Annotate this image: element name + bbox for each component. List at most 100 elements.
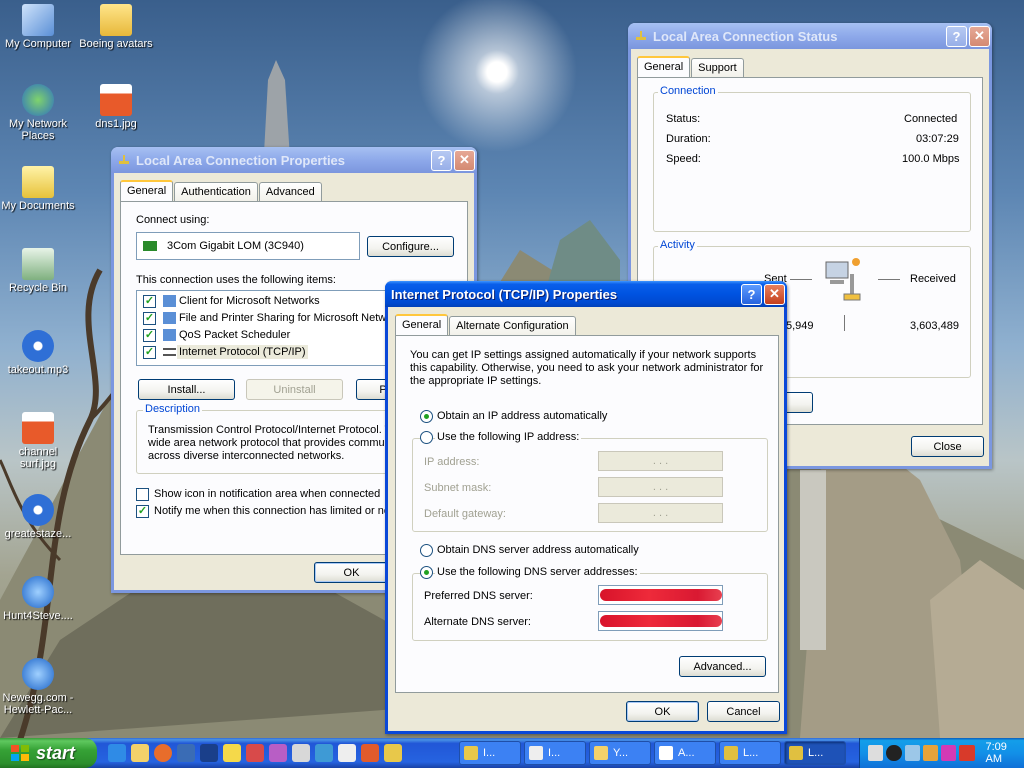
tab-support[interactable]: Support [691, 58, 744, 77]
cancel-button[interactable]: Cancel [707, 701, 780, 722]
item-checkbox[interactable]: ✓ [143, 312, 156, 325]
firefox-icon[interactable] [153, 744, 172, 762]
show-icon-checkbox[interactable]: ✓ [136, 488, 149, 501]
desktop-icon-hunt4steve[interactable]: Hunt4Steve.... [0, 576, 76, 622]
tab-alternate-configuration[interactable]: Alternate Configuration [449, 316, 576, 335]
network-globe-icon [22, 84, 54, 116]
status-label: Status: [666, 113, 701, 125]
desktop-icon-takeout-mp3[interactable]: takeout.mp3 [0, 330, 76, 376]
taskbar: start I... I... Y... A... L... L... 7:09… [0, 738, 1024, 768]
install-button[interactable]: Install... [138, 379, 235, 400]
item-label: Client for Microsoft Networks [179, 295, 320, 307]
app-icon[interactable] [337, 744, 356, 762]
help-button[interactable]: ? [431, 149, 452, 171]
tray-icon[interactable] [904, 745, 920, 761]
start-button[interactable]: start [0, 738, 97, 768]
obtain-ip-radio[interactable] [420, 410, 433, 423]
app-icon[interactable] [130, 744, 149, 762]
service-icon [163, 312, 176, 324]
help-button[interactable]: ? [946, 25, 967, 47]
network-connection-icon [789, 746, 803, 760]
app-icon[interactable] [268, 744, 287, 762]
app-icon[interactable] [199, 744, 218, 762]
desktop-icon-my-network-places[interactable]: My Network Places [0, 84, 76, 142]
app-icon[interactable] [291, 744, 310, 762]
tab-general[interactable]: General [637, 56, 691, 77]
use-ip-radio[interactable] [420, 431, 433, 444]
recycle-bin-icon [22, 248, 54, 280]
taskbar-item[interactable]: Y... [589, 741, 651, 765]
connect-using-label: Connect using: [136, 214, 210, 226]
intro-text: You can get IP settings assigned automat… [410, 349, 757, 361]
ok-button[interactable]: OK [314, 562, 389, 583]
app-icon[interactable] [245, 744, 264, 762]
windows-logo-icon [11, 745, 29, 761]
desktop-icon-my-computer[interactable]: My Computer [0, 4, 76, 50]
item-checkbox[interactable]: ✓ [143, 346, 156, 359]
desktop-icon-my-documents[interactable]: My Documents [0, 166, 76, 212]
app-icon[interactable] [176, 744, 195, 762]
close-button[interactable]: ✕ [764, 283, 785, 305]
taskbar-item[interactable]: I... [459, 741, 521, 765]
notify-checkbox[interactable]: ✓ [136, 505, 149, 518]
desktop-icon-boeing-avatars[interactable]: Boeing avatars [78, 4, 154, 50]
image-file-icon [22, 412, 54, 444]
close-button[interactable]: ✕ [454, 149, 475, 171]
tray-icon[interactable] [959, 745, 975, 761]
tab-general[interactable]: General [395, 314, 449, 335]
desktop-icon-label: Recycle Bin [8, 282, 68, 294]
item-checkbox[interactable]: ✓ [143, 329, 156, 342]
uninstall-button[interactable]: Uninstall [246, 379, 343, 400]
tray-icon[interactable] [868, 745, 884, 761]
network-connection-icon [636, 31, 646, 40]
app-icon[interactable] [360, 744, 379, 762]
lac-properties-titlebar[interactable]: Local Area Connection Properties ? ✕ [111, 147, 477, 173]
ok-button[interactable]: OK [626, 701, 699, 722]
intro-text: the appropriate IP settings. [410, 375, 542, 387]
tab-general[interactable]: General [120, 180, 174, 201]
desktop-icon-newegg[interactable]: Newegg.com - Hewlett-Pac... [0, 658, 76, 716]
documents-folder-icon [22, 166, 54, 198]
obtain-dns-radio[interactable] [420, 544, 433, 557]
taskbar-item[interactable]: A... [654, 741, 716, 765]
desktop-icon-dns1-jpg[interactable]: dns1.jpg [78, 84, 154, 130]
ip-address-field[interactable]: . . . [598, 451, 723, 471]
app-icon[interactable] [383, 744, 402, 762]
app-icon[interactable] [314, 744, 333, 762]
lac-status-titlebar[interactable]: Local Area Connection Status ? ✕ [628, 23, 992, 49]
desktop-icon-label: takeout.mp3 [7, 364, 69, 376]
help-button[interactable]: ? [741, 283, 762, 305]
client-icon [163, 295, 176, 307]
sent-line [790, 279, 812, 280]
desktop-icon-recycle-bin[interactable]: Recycle Bin [0, 248, 76, 294]
taskbar-item-label: L... [808, 747, 824, 759]
ip-field-dots: . . . [652, 455, 669, 467]
advanced-button[interactable]: Advanced... [679, 656, 766, 677]
desktop-icon-label: Newegg.com - Hewlett-Pac... [2, 692, 74, 716]
taskbar-item[interactable]: L... [719, 741, 781, 765]
desktop-icon-channel-surf[interactable]: channel surf.jpg [0, 412, 76, 470]
app-icon[interactable] [222, 744, 241, 762]
service-icon [163, 329, 176, 341]
desktop-icon-greatestaze[interactable]: greatestaze... [0, 494, 76, 540]
use-dns-radio[interactable] [420, 566, 433, 579]
received-label: Received [910, 273, 956, 285]
internet-explorer-icon[interactable] [107, 744, 126, 762]
tcpip-titlebar[interactable]: Internet Protocol (TCP/IP) Properties ? … [385, 281, 787, 307]
close-dialog-button[interactable]: Close [911, 436, 984, 457]
clock[interactable]: 7:09 AM [986, 741, 1024, 765]
configure-button[interactable]: Configure... [367, 236, 454, 257]
steam-icon[interactable] [886, 745, 902, 761]
item-checkbox[interactable]: ✓ [143, 295, 156, 308]
tray-icon[interactable] [941, 745, 957, 761]
gateway-field[interactable]: . . . [598, 503, 723, 523]
taskbar-item[interactable]: I... [524, 741, 586, 765]
taskbar-item-active[interactable]: L... [784, 741, 846, 765]
app-icon [464, 746, 478, 760]
tray-icon[interactable] [922, 745, 938, 761]
tab-advanced[interactable]: Advanced [258, 182, 322, 201]
tab-authentication[interactable]: Authentication [174, 182, 258, 201]
subnet-field[interactable]: . . . [598, 477, 723, 497]
close-button[interactable]: ✕ [969, 25, 990, 47]
system-tray: 7:09 AM [859, 738, 1024, 768]
